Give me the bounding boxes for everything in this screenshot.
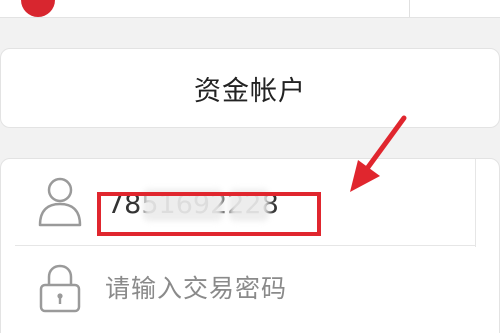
- password-input[interactable]: 请输入交易密码: [105, 269, 405, 309]
- top-card: [0, 0, 500, 18]
- top-card-divider: [409, 0, 410, 17]
- highlight-annotation-box: [97, 192, 321, 236]
- account-type-label: 资金帐户: [194, 75, 306, 107]
- account-row-side-divider: [475, 159, 476, 247]
- lock-icon: [39, 264, 81, 313]
- user-icon: [38, 177, 82, 227]
- login-screen: 资金帐户 7851692228 请输入交易密码: [0, 0, 500, 333]
- row-divider: [15, 245, 475, 246]
- brand-logo: [21, 0, 55, 17]
- arrow-icon: [350, 115, 407, 192]
- login-form: 7851692228 请输入交易密码: [0, 158, 500, 333]
- password-row: 请输入交易密码: [1, 247, 475, 333]
- account-type-selector[interactable]: 资金帐户: [0, 48, 500, 128]
